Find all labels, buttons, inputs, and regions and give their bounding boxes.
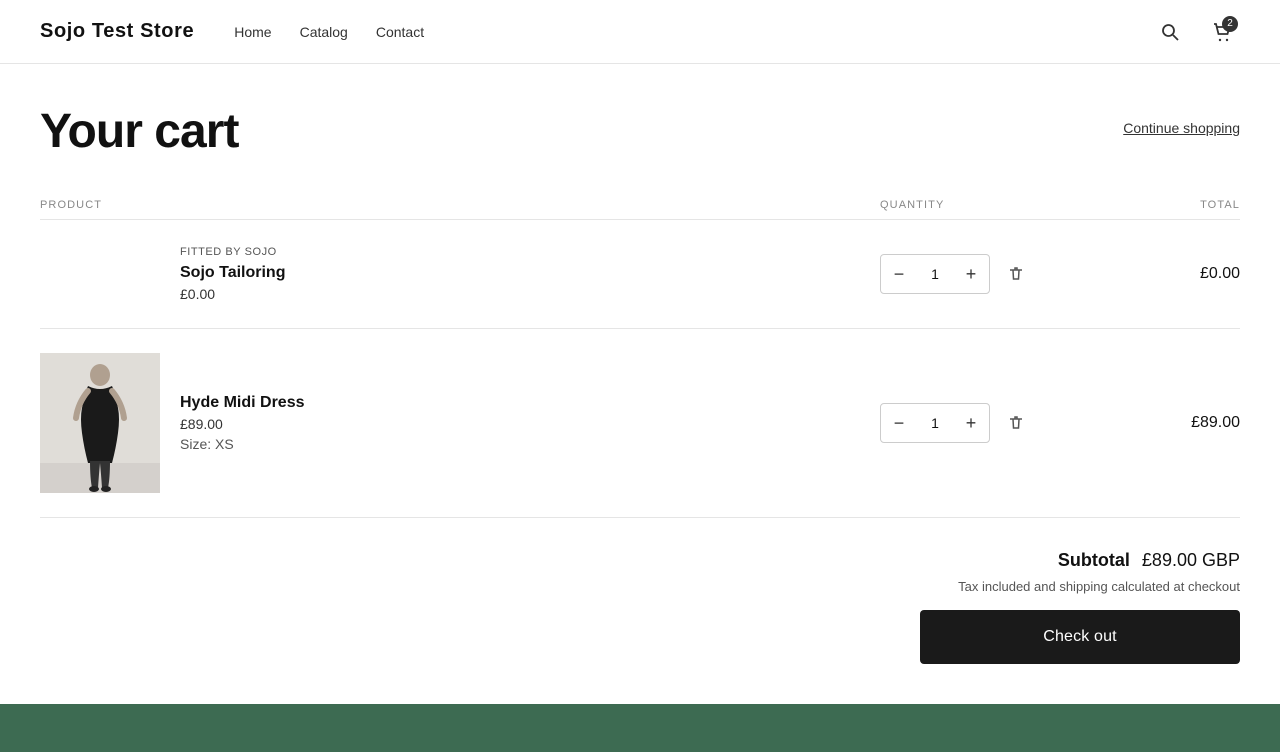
header-icons: 2 [1152,14,1240,50]
search-icon [1160,22,1180,42]
nav-catalog[interactable]: Catalog [300,24,348,40]
nav-home[interactable]: Home [234,24,271,40]
quantity-stepper-sojo: − 1 + [880,254,990,294]
item-price-sojo: £0.00 [180,286,285,302]
subtotal-label: Subtotal [1058,550,1130,571]
cart-item-hyde-dress: Hyde Midi Dress £89.00 Size: XS − 1 + £8… [40,329,1240,518]
page-title: Your cart [40,104,239,159]
cart-footer: Subtotal £89.00 GBP Tax included and shi… [40,518,1240,696]
store-name: Sojo Test Store [40,20,194,43]
item-name-hyde: Hyde Midi Dress [180,394,304,412]
qty-value-sojo: 1 [917,266,953,282]
item-total-hyde: £89.00 [1080,414,1240,432]
main-content: Your cart Continue shopping PRODUCT QUAN… [0,64,1280,696]
item-variant-hyde: Size: XS [180,436,304,452]
item-no-image-sojo [40,244,160,304]
tax-note: Tax included and shipping calculated at … [958,579,1240,594]
item-price-hyde: £89.00 [180,416,304,432]
search-button[interactable] [1152,14,1188,50]
col-product-label: PRODUCT [40,199,880,211]
checkout-button[interactable]: Check out [920,610,1240,664]
site-footer [0,704,1280,752]
cart-table-header: PRODUCT QUANTITY TOTAL [40,191,1240,220]
item-image-hyde [40,353,160,493]
item-badge-sojo: FITTED BY Sojo [180,246,285,258]
nav-contact[interactable]: Contact [376,24,424,40]
cart-count: 2 [1222,16,1238,32]
item-total-sojo: £0.00 [1080,265,1240,283]
subtotal-row: Subtotal £89.00 GBP [1058,550,1240,571]
main-nav: Home Catalog Contact [234,24,424,40]
site-header: Sojo Test Store Home Catalog Contact 2 [0,0,1280,64]
col-quantity-label: QUANTITY [880,199,1080,211]
quantity-stepper-hyde: − 1 + [880,403,990,443]
subtotal-amount: £89.00 GBP [1142,550,1240,571]
qty-value-hyde: 1 [917,415,953,431]
item-info-sojo: FITTED BY Sojo Sojo Tailoring £0.00 [180,246,285,302]
item-quantity-hyde: − 1 + [880,403,1080,443]
item-name-sojo: Sojo Tailoring [180,264,285,282]
continue-shopping-link[interactable]: Continue shopping [1123,120,1240,136]
qty-decrease-hyde[interactable]: − [881,403,917,443]
cart-button[interactable]: 2 [1204,14,1240,50]
col-total-label: TOTAL [1080,199,1240,211]
item-quantity-sojo: − 1 + [880,254,1080,294]
item-product-sojo: FITTED BY Sojo Sojo Tailoring £0.00 [40,244,880,304]
page-header: Your cart Continue shopping [40,104,1240,159]
item-product-hyde: Hyde Midi Dress £89.00 Size: XS [40,353,880,493]
qty-decrease-sojo[interactable]: − [881,254,917,294]
trash-icon-hyde [1007,414,1025,432]
delete-sojo-button[interactable] [1002,260,1030,288]
trash-icon [1007,265,1025,283]
delete-hyde-button[interactable] [1002,409,1030,437]
dress-product-image [40,353,160,493]
header-left: Sojo Test Store Home Catalog Contact [40,20,424,43]
item-info-hyde: Hyde Midi Dress £89.00 Size: XS [180,394,304,452]
cart-item-sojo-tailoring: FITTED BY Sojo Sojo Tailoring £0.00 − 1 … [40,220,1240,329]
qty-increase-sojo[interactable]: + [953,254,989,294]
qty-increase-hyde[interactable]: + [953,403,989,443]
